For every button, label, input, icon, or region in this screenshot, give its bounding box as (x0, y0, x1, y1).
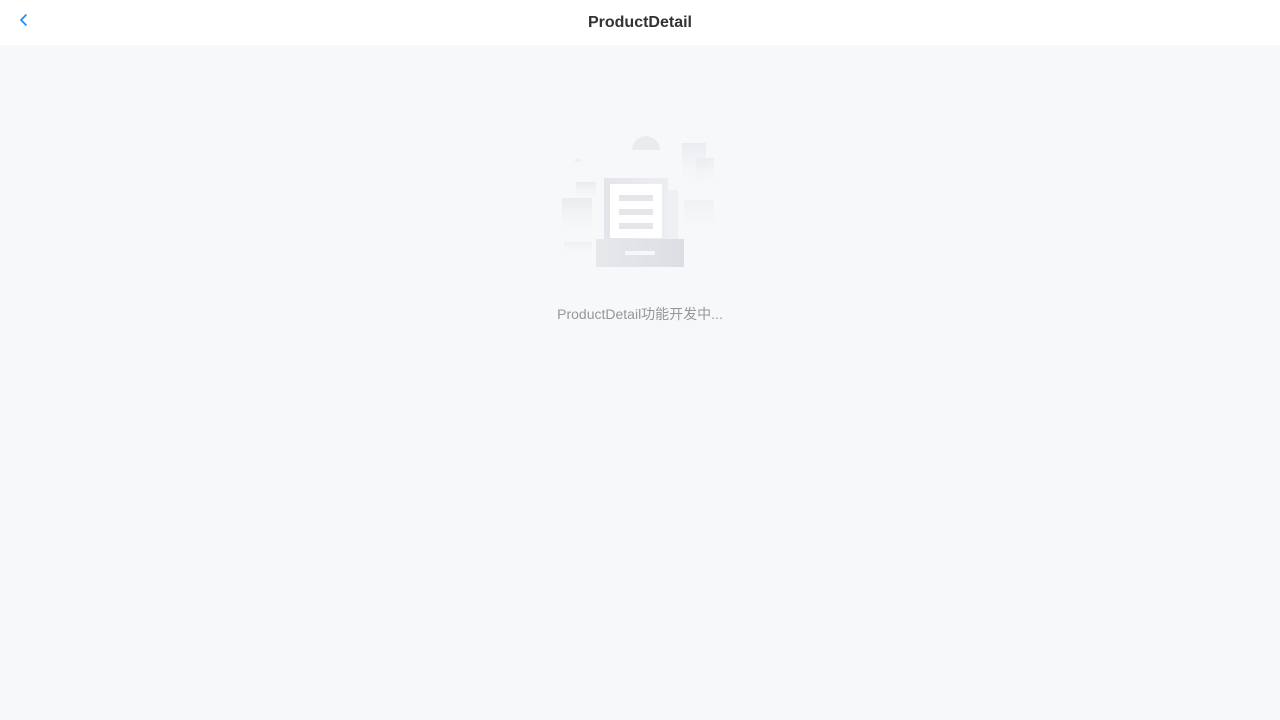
nav-bar: ProductDetail (0, 0, 1280, 45)
empty-description: ProductDetail功能开发中... (557, 306, 723, 322)
page-title: ProductDetail (587, 14, 692, 31)
main-content: ProductDetail功能开发中... (0, 45, 1280, 720)
empty-document-icon (560, 130, 720, 290)
